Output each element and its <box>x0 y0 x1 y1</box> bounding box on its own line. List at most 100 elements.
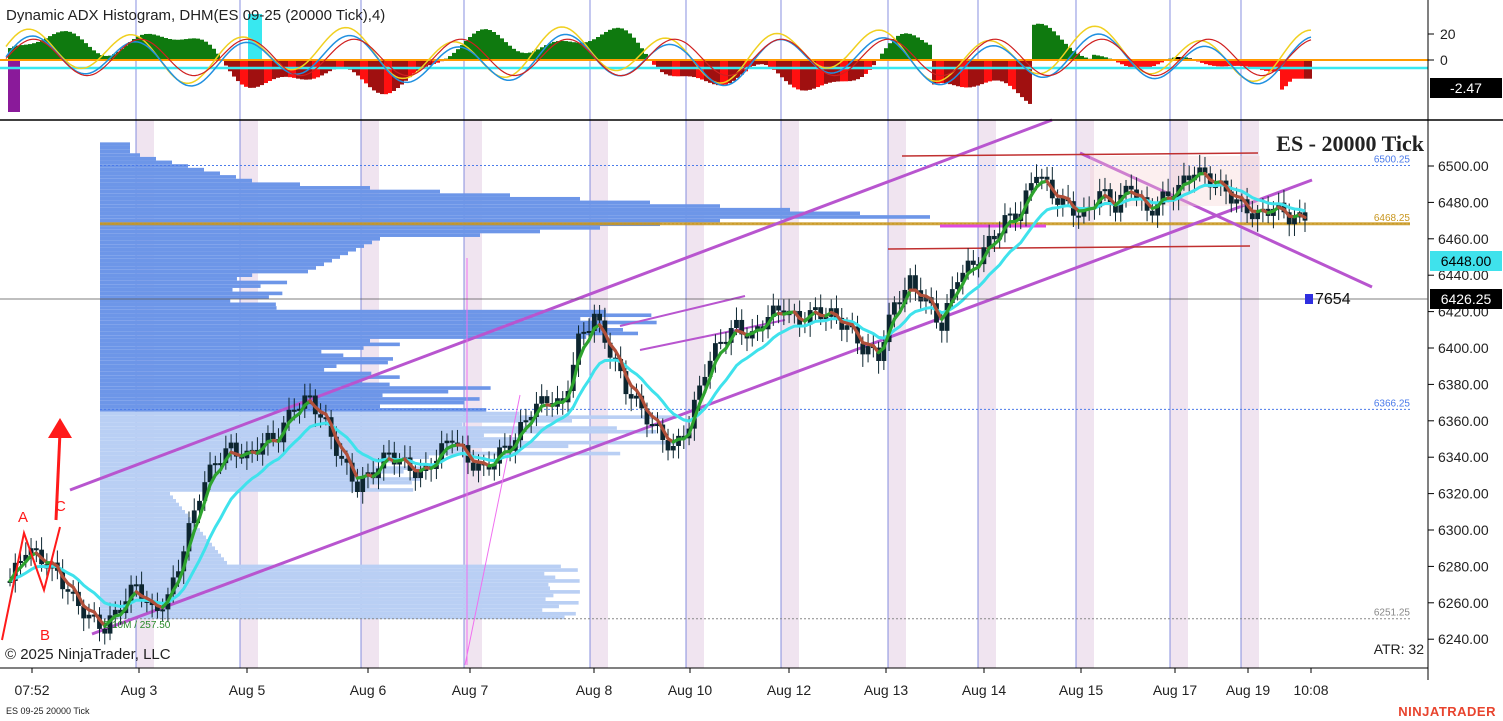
candle-body <box>1292 217 1297 225</box>
profile-bar <box>100 269 308 274</box>
hist-bar <box>80 39 84 61</box>
flag-text-ma: 6448.00 <box>1441 253 1492 269</box>
hist-value-flag: -2.47 <box>1430 78 1502 98</box>
candle-body <box>1128 185 1134 190</box>
candle-body <box>523 420 529 423</box>
hist-tick-label: 0 <box>1440 52 1448 68</box>
profile-bar <box>100 287 233 292</box>
hist-bar <box>68 31 72 61</box>
hist-bar <box>916 37 920 61</box>
hist-bar <box>300 60 304 80</box>
hist-bar <box>360 60 364 80</box>
hist-bar <box>564 41 568 61</box>
profile-bar <box>100 167 204 172</box>
hist-bar <box>512 48 516 61</box>
brand-logo: NINJATRADER <box>1398 704 1496 719</box>
profile-bar <box>100 448 464 452</box>
profile-bar <box>100 186 370 190</box>
profile-bar <box>100 433 484 438</box>
hist-bar <box>720 60 724 86</box>
hist-bar <box>1300 60 1304 79</box>
profile-bar <box>100 156 156 161</box>
hist-bar <box>604 31 608 61</box>
volume-label: Σ 10M / 257.50 <box>103 620 171 631</box>
hist-bar <box>804 60 808 91</box>
profile-bar <box>100 419 573 423</box>
hist-bar <box>508 45 512 61</box>
profile-bar <box>100 404 381 409</box>
profile-bar <box>100 564 561 569</box>
candle-body <box>318 414 323 418</box>
candle-body <box>865 346 871 355</box>
time-tick-label: Aug 14 <box>962 682 1007 698</box>
profile-bar <box>100 204 720 208</box>
candle-body <box>939 322 945 331</box>
hist-bar <box>128 42 132 61</box>
profile-bar <box>100 182 300 186</box>
profile-bar <box>100 571 545 576</box>
profile-bar <box>100 244 364 248</box>
hist-bar <box>384 60 388 95</box>
hist-bar <box>928 44 932 61</box>
candle-body <box>776 305 781 311</box>
time-tick-label: Aug 13 <box>864 682 909 698</box>
candle-body <box>891 302 897 315</box>
profile-bar <box>100 389 449 394</box>
profile-bar <box>100 411 520 416</box>
hist-bar <box>192 38 196 61</box>
hist-bar <box>88 46 92 61</box>
hist-bar <box>1008 60 1012 86</box>
hist-bar <box>152 34 156 61</box>
candle-body <box>1234 199 1239 204</box>
profile-bar <box>100 611 576 616</box>
profile-bar <box>100 375 400 379</box>
profile-bar <box>100 153 140 157</box>
profile-bar <box>100 422 463 427</box>
profile-bar <box>100 142 130 146</box>
hist-bar <box>980 60 984 85</box>
profile-bar <box>100 313 652 318</box>
hist-bar <box>168 39 172 61</box>
hist-bar <box>40 40 44 61</box>
time-tick-label: Aug 6 <box>350 682 387 698</box>
hist-bar <box>252 60 256 88</box>
profile-bar <box>100 338 371 343</box>
candle-body <box>228 442 234 449</box>
candle-body <box>33 548 39 551</box>
profile-bar <box>100 506 182 510</box>
candle-body <box>1034 176 1039 184</box>
hist-bar <box>884 48 888 61</box>
time-tick-label: Aug 19 <box>1226 682 1271 698</box>
profile-bar <box>100 488 414 492</box>
hist-bar <box>596 37 600 61</box>
hist-bar <box>204 41 208 61</box>
profile-bar <box>100 193 510 197</box>
candle-body <box>65 589 71 592</box>
profile-bar <box>100 517 191 521</box>
profile-bar <box>100 353 344 358</box>
profile-bar <box>100 218 720 223</box>
candle-body <box>634 395 639 399</box>
hist-bar <box>180 39 184 61</box>
profile-bar <box>100 528 200 532</box>
candle-body <box>844 325 850 330</box>
time-tick-label: Aug 12 <box>767 682 812 698</box>
price-tick-label: 6460.00 <box>1438 231 1489 247</box>
hist-bar <box>480 29 484 61</box>
profile-bar <box>100 291 283 296</box>
price-tick-label: 6400.00 <box>1438 340 1489 356</box>
trading-chart[interactable]: 6500.25 6468.25 6366.25 6251.25 A B C 6240.… <box>0 0 1503 721</box>
profile-bar <box>100 273 253 277</box>
profile-bar <box>100 546 215 550</box>
profile-bar <box>100 207 790 212</box>
candle-body <box>1249 213 1255 220</box>
candle-body <box>1076 215 1082 218</box>
profile-bar <box>100 189 440 194</box>
profile-bar <box>100 240 372 245</box>
candle-body <box>539 396 545 404</box>
profile-bar <box>100 317 581 321</box>
hist-bar <box>240 60 244 85</box>
wave-label-b: B <box>40 627 50 644</box>
level-label: 6366.25 <box>1374 398 1411 409</box>
hist-bar <box>1288 60 1292 82</box>
